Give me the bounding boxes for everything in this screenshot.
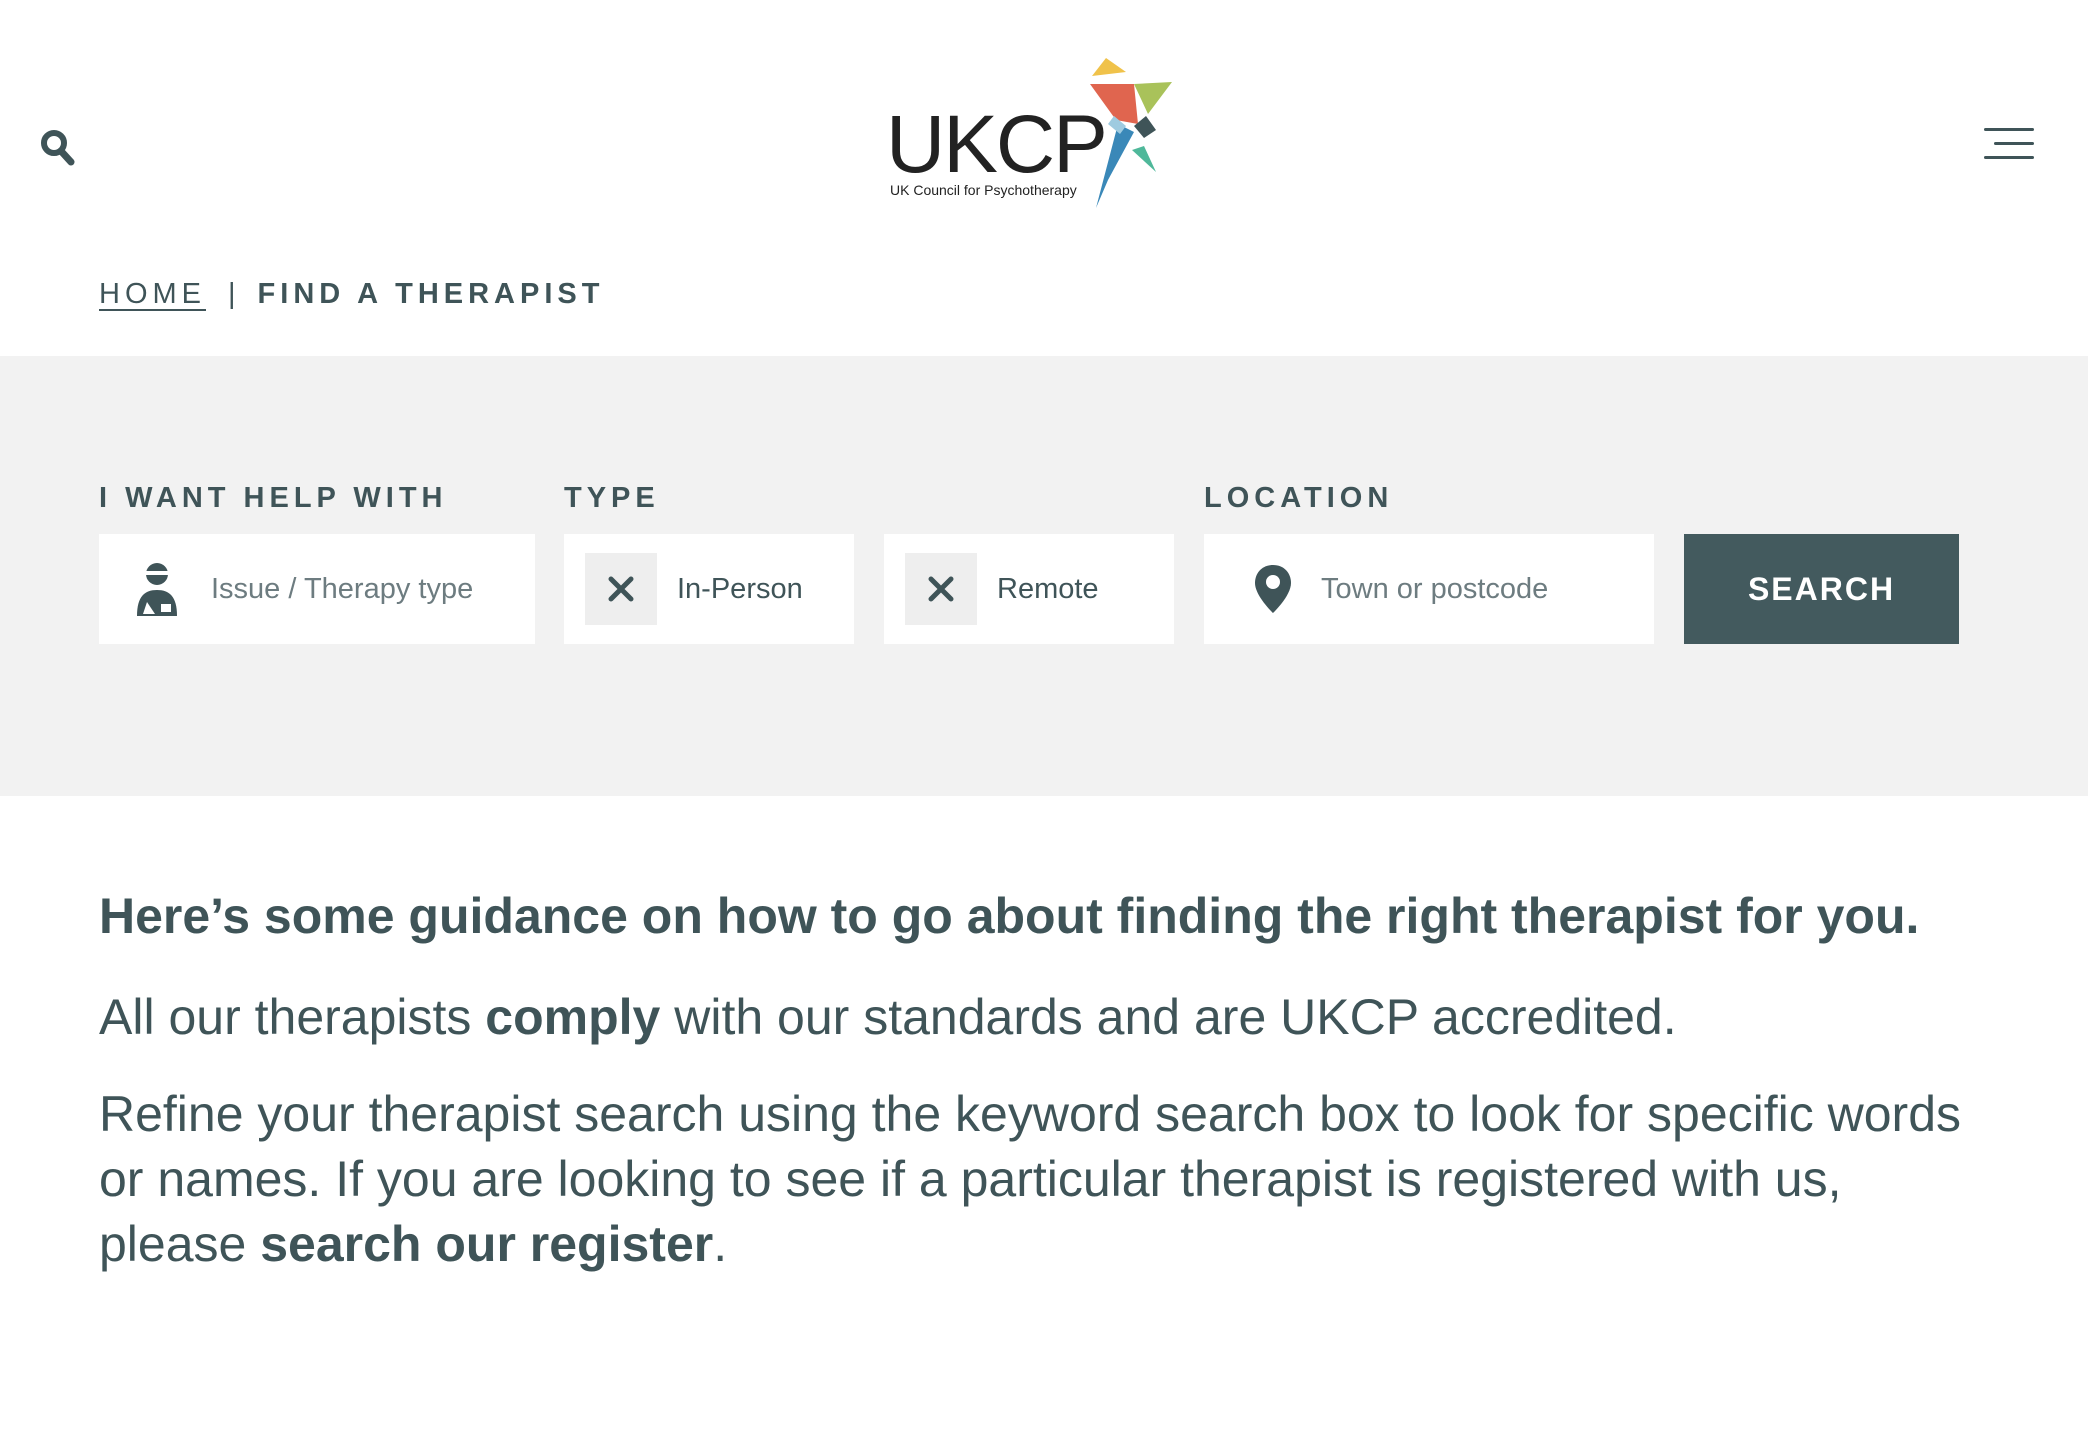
location-input[interactable]: Town or postcode	[1204, 534, 1654, 644]
location-placeholder: Town or postcode	[1321, 572, 1549, 605]
issue-therapy-placeholder: Issue / Therapy type	[211, 572, 474, 605]
type-label: TYPE	[564, 482, 660, 514]
breadcrumb-separator: |	[228, 278, 236, 310]
map-pin-icon	[1255, 565, 1291, 613]
issue-therapy-input[interactable]: Issue / Therapy type	[99, 534, 535, 644]
hamburger-menu-icon[interactable]	[1978, 124, 2034, 164]
accreditation-paragraph: All our therapists comply with our stand…	[99, 989, 1677, 1045]
type-chip-remote: Remote	[884, 534, 1174, 644]
comply-emphasis: comply	[485, 989, 661, 1045]
location-label: LOCATION	[1204, 482, 1394, 514]
refine-search-paragraph: Refine your therapist search using the k…	[99, 1086, 1962, 1272]
therapist-search-panel: I WANT HELP WITH TYPE LOCATION Issue / T…	[0, 356, 2088, 796]
breadcrumb: HOME | FIND A THERAPIST	[99, 278, 604, 311]
type-option-remote: Remote	[997, 572, 1099, 605]
close-icon[interactable]	[905, 553, 977, 625]
guidance-heading: Here’s some guidance on how to go about …	[99, 888, 1920, 944]
logo-star-icon	[1090, 58, 1172, 208]
help-with-label: I WANT HELP WITH	[99, 482, 448, 514]
search-button[interactable]: SEARCH	[1684, 534, 1959, 644]
site-header: UKCP UK Council for Psychotherapy	[0, 0, 2088, 240]
guidance-content: Here’s some guidance on how to go about …	[99, 884, 1999, 1277]
person-support-icon	[137, 563, 177, 616]
breadcrumb-home-link[interactable]: HOME	[99, 278, 206, 311]
search-icon[interactable]	[40, 128, 80, 172]
close-icon[interactable]	[585, 553, 657, 625]
type-chip-in-person: In-Person	[564, 534, 854, 644]
ukcp-logo[interactable]: UKCP UK Council for Psychotherapy	[886, 54, 1176, 214]
search-register-link[interactable]: search our register	[260, 1216, 713, 1272]
breadcrumb-current: FIND A THERAPIST	[257, 278, 605, 310]
type-option-in-person: In-Person	[677, 572, 803, 605]
logo-subtitle: UK Council for Psychotherapy	[890, 182, 1077, 198]
